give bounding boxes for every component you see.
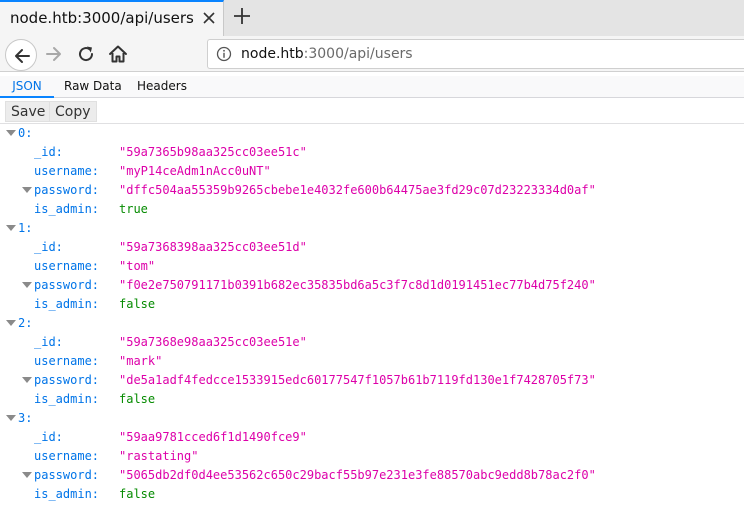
key-is-admin: is_admin: xyxy=(34,487,100,501)
tree-row-is-admin: is_admin: false xyxy=(0,295,744,314)
value-username: "myP14ceAdm1nAcc0uNT" xyxy=(119,164,271,178)
tree-row-password[interactable]: password: "de5a1adf4fedcce1533915edc6017… xyxy=(0,371,744,390)
node-index: 1: xyxy=(18,221,33,235)
tree-row-password[interactable]: password: "f0e2e750791171b0391b682ec3583… xyxy=(0,276,744,295)
tab-strip: node.htb:3000/api/users xyxy=(0,0,744,36)
key-password: password: xyxy=(34,468,100,482)
key-username: username: xyxy=(34,164,100,178)
tree-row-id: _id: "59a7368398aa325cc03ee51d" xyxy=(0,238,744,257)
value-username: "rastating" xyxy=(119,449,199,463)
url-host: node.htb xyxy=(241,46,304,62)
value-is-admin: true xyxy=(119,202,148,216)
node-index: 3: xyxy=(18,411,33,425)
tree-node-3[interactable]: 3: xyxy=(0,409,744,428)
tab-title: node.htb:3000/api/users xyxy=(10,9,194,27)
twisty-icon[interactable] xyxy=(6,130,16,136)
back-button[interactable] xyxy=(5,39,37,71)
node-index: 0: xyxy=(18,126,33,140)
tree-row-username: username: "tom" xyxy=(0,257,744,276)
forward-arrow-icon[interactable] xyxy=(44,44,64,64)
key-username: username: xyxy=(34,354,100,368)
tree-node-0[interactable]: 0: xyxy=(0,124,744,143)
tree-row-password[interactable]: password: "5065db2df0d4ee53562c650c29bac… xyxy=(0,466,744,485)
node-index: 2: xyxy=(18,316,33,330)
browser-tab[interactable]: node.htb:3000/api/users xyxy=(0,0,224,36)
navigation-bar: node.htb:3000/api/users xyxy=(0,36,744,72)
json-viewer-tabs: JSON Raw Data Headers xyxy=(0,76,744,98)
info-icon[interactable] xyxy=(216,46,232,62)
twisty-icon[interactable] xyxy=(22,472,32,478)
value-id: "59a7368e98aa325cc03ee51e" xyxy=(119,335,307,349)
key-id: _id: xyxy=(34,240,63,254)
value-username: "tom" xyxy=(119,259,156,273)
tree-node-1[interactable]: 1: xyxy=(0,219,744,238)
tree-row-username: username: "mark" xyxy=(0,352,744,371)
twisty-icon[interactable] xyxy=(6,320,16,326)
value-is-admin: false xyxy=(119,487,156,501)
key-password: password: xyxy=(34,373,100,387)
key-username: username: xyxy=(34,259,100,273)
url-bar[interactable]: node.htb:3000/api/users xyxy=(207,39,744,69)
tab-headers[interactable]: Headers xyxy=(137,76,187,98)
plus-icon[interactable] xyxy=(232,6,252,26)
key-id: _id: xyxy=(34,430,63,444)
tree-row-is-admin: is_admin: true xyxy=(0,200,744,219)
tree-row-username: username: "rastating" xyxy=(0,447,744,466)
tree-row-username: username: "myP14ceAdm1nAcc0uNT" xyxy=(0,162,744,181)
value-id: "59aa9781cced6f1d1490fce9" xyxy=(119,430,307,444)
tree-row-id: _id: "59aa9781cced6f1d1490fce9" xyxy=(0,428,744,447)
copy-button[interactable]: Copy xyxy=(49,101,97,122)
value-is-admin: false xyxy=(119,297,156,311)
twisty-icon[interactable] xyxy=(6,225,16,231)
save-button[interactable]: Save xyxy=(5,101,52,122)
tree-row-is-admin: is_admin: false xyxy=(0,485,744,504)
twisty-icon[interactable] xyxy=(6,415,16,421)
key-is-admin: is_admin: xyxy=(34,297,100,311)
value-is-admin: false xyxy=(119,392,156,406)
key-is-admin: is_admin: xyxy=(34,392,100,406)
value-password: "5065db2df0d4ee53562c650c29bacf55b97e231… xyxy=(119,468,596,482)
value-id: "59a7368398aa325cc03ee51d" xyxy=(119,240,307,254)
json-toolbar: Save Copy xyxy=(0,99,744,124)
key-id: _id: xyxy=(34,145,63,159)
tree-node-2[interactable]: 2: xyxy=(0,314,744,333)
tree-row-password[interactable]: password: "dffc504aa55359b9265cbebe1e403… xyxy=(0,181,744,200)
close-icon[interactable] xyxy=(200,9,218,27)
tab-raw-data[interactable]: Raw Data xyxy=(64,76,122,98)
value-password: "f0e2e750791171b0391b682ec35835bd6a5c3f7… xyxy=(119,278,596,292)
key-is-admin: is_admin: xyxy=(34,202,100,216)
key-username: username: xyxy=(34,449,100,463)
key-password: password: xyxy=(34,183,100,197)
tree-row-is-admin: is_admin: false xyxy=(0,390,744,409)
back-arrow-icon xyxy=(15,49,30,63)
twisty-icon[interactable] xyxy=(22,282,32,288)
value-username: "mark" xyxy=(119,354,163,368)
key-password: password: xyxy=(34,278,100,292)
url-path: :3000/api/users xyxy=(303,46,413,62)
url-text[interactable]: node.htb:3000/api/users xyxy=(241,46,413,62)
key-id: _id: xyxy=(34,335,63,349)
twisty-icon[interactable] xyxy=(22,377,32,383)
tree-row-id: _id: "59a7365b98aa325cc03ee51c" xyxy=(0,143,744,162)
home-icon[interactable] xyxy=(107,43,129,65)
tree-row-id: _id: "59a7368e98aa325cc03ee51e" xyxy=(0,333,744,352)
value-id: "59a7365b98aa325cc03ee51c" xyxy=(119,145,307,159)
reload-icon[interactable] xyxy=(76,44,96,64)
tab-json[interactable]: JSON xyxy=(0,76,54,98)
twisty-icon[interactable] xyxy=(22,187,32,193)
value-password: "de5a1adf4fedcce1533915edc60177547f1057b… xyxy=(119,373,596,387)
value-password: "dffc504aa55359b9265cbebe1e4032fe600b644… xyxy=(119,183,596,197)
